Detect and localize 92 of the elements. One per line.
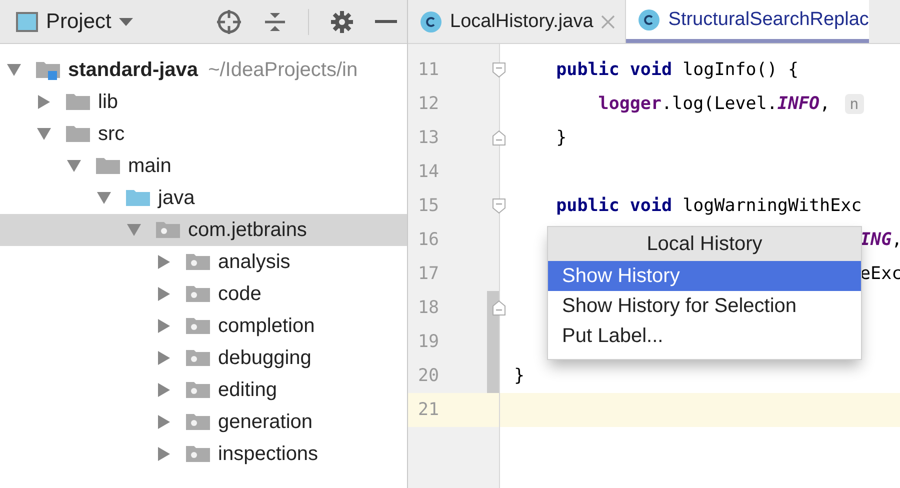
collapsed-arrow-icon[interactable] bbox=[156, 415, 172, 429]
line-number: 11 bbox=[417, 60, 440, 80]
code-line: } bbox=[555, 128, 567, 148]
tree-item-label[interactable]: code bbox=[218, 282, 262, 306]
menu-item[interactable]: Put Label... bbox=[548, 321, 861, 351]
package-folder-icon bbox=[186, 380, 210, 400]
tree-row[interactable]: java bbox=[0, 182, 407, 214]
package-folder-icon bbox=[186, 252, 210, 272]
tree-item-label[interactable]: standard-java bbox=[68, 58, 198, 82]
code-line: } bbox=[514, 366, 525, 386]
tree-row[interactable]: inspections bbox=[0, 438, 407, 470]
line-number: 15 bbox=[417, 196, 440, 216]
menu-item[interactable]: Show History for Selection bbox=[548, 291, 861, 321]
expanded-arrow-icon[interactable] bbox=[36, 127, 52, 141]
package-folder-icon bbox=[186, 412, 210, 432]
collapse-all-icon[interactable] bbox=[264, 10, 286, 32]
folder-icon bbox=[126, 188, 150, 208]
tree-item-label[interactable]: completion bbox=[218, 314, 315, 338]
selected-tree-row[interactable]: com.jetbrains bbox=[0, 214, 407, 246]
tree-item-label[interactable]: generation bbox=[218, 410, 313, 434]
code-line: public void logWarningWithExc bbox=[555, 196, 862, 216]
code-line: logger.log(Level.INFO, bbox=[597, 94, 832, 114]
tree-item-label[interactable]: analysis bbox=[218, 250, 290, 274]
popup-title: Local History bbox=[548, 227, 861, 261]
settings-icon[interactable] bbox=[331, 10, 353, 32]
class-icon bbox=[420, 10, 442, 32]
collapsed-arrow-icon[interactable] bbox=[156, 255, 172, 269]
collapsed-arrow-icon[interactable] bbox=[156, 319, 172, 333]
tree-item-label[interactable]: inspections bbox=[218, 442, 318, 466]
editor-tab[interactable]: LocalHistory.java bbox=[408, 0, 626, 43]
folder-icon bbox=[66, 124, 90, 144]
code-line: public void logInfo() { bbox=[555, 60, 798, 80]
tree-item-label[interactable]: com.jetbrains bbox=[188, 218, 307, 242]
module-path: ~/IdeaProjects/in bbox=[208, 58, 358, 82]
tree-item-label[interactable]: java bbox=[158, 186, 195, 210]
caret-icon[interactable] bbox=[119, 16, 134, 26]
collapsed-arrow-icon[interactable] bbox=[156, 447, 172, 461]
tree-row[interactable]: generation bbox=[0, 406, 407, 438]
tree-row[interactable]: main bbox=[0, 150, 407, 182]
editor-tab[interactable]: StructuralSearchReplac bbox=[626, 0, 869, 43]
package-folder-icon bbox=[186, 444, 210, 464]
tree-row[interactable]: src bbox=[0, 118, 407, 150]
fold-marker-icon[interactable] bbox=[492, 198, 506, 214]
folder-icon bbox=[66, 92, 90, 112]
tree-row[interactable]: code bbox=[0, 278, 407, 310]
change-marker bbox=[487, 359, 499, 393]
line-number: 16 bbox=[417, 230, 440, 250]
tree-item-label[interactable]: debugging bbox=[218, 346, 312, 370]
package-folder-icon bbox=[186, 316, 210, 336]
line-number: 20 bbox=[417, 366, 440, 386]
tree-row[interactable]: lib bbox=[0, 86, 407, 118]
collapsed-arrow-icon[interactable] bbox=[36, 95, 52, 109]
line-number: 21 bbox=[417, 400, 440, 420]
package-folder-icon bbox=[156, 220, 180, 240]
collapsed-arrow-icon[interactable] bbox=[156, 383, 172, 397]
panel-title[interactable]: Project bbox=[46, 10, 112, 34]
tree-item-label[interactable]: main bbox=[128, 154, 172, 178]
collapsed-arrow-icon[interactable] bbox=[156, 351, 172, 365]
expanded-arrow-icon[interactable] bbox=[6, 63, 22, 77]
code-line: ING, bbox=[860, 230, 900, 250]
tree-row[interactable]: editing bbox=[0, 374, 407, 406]
tree-item-label[interactable]: lib bbox=[98, 90, 118, 114]
expanded-arrow-icon[interactable] bbox=[126, 223, 142, 237]
package-folder-icon bbox=[186, 284, 210, 304]
line-number: 13 bbox=[417, 128, 440, 148]
tree-row[interactable]: analysis bbox=[0, 246, 407, 278]
line-number: 12 bbox=[417, 94, 440, 114]
menu-item[interactable]: Show History bbox=[548, 261, 861, 291]
tree-row[interactable]: standard-java ~/IdeaProjects/in bbox=[0, 54, 407, 86]
line-number: 19 bbox=[417, 332, 440, 352]
line-number: 18 bbox=[417, 298, 440, 318]
line-number: 14 bbox=[417, 162, 440, 182]
window-icon bbox=[16, 12, 38, 32]
package-folder-icon bbox=[186, 348, 210, 368]
tree-row[interactable]: completion bbox=[0, 310, 407, 342]
minimize-icon[interactable] bbox=[375, 20, 397, 24]
crosshair-icon[interactable] bbox=[216, 8, 242, 34]
module-folder-icon bbox=[36, 60, 60, 80]
expanded-arrow-icon[interactable] bbox=[96, 191, 112, 205]
fold-marker-icon[interactable] bbox=[492, 300, 506, 316]
expanded-arrow-icon[interactable] bbox=[66, 159, 82, 173]
tree-item-label[interactable]: src bbox=[98, 122, 125, 146]
close-icon[interactable] bbox=[601, 14, 616, 28]
parameter-hint: n bbox=[844, 94, 864, 114]
tree-item-label[interactable]: editing bbox=[218, 378, 277, 402]
folder-icon bbox=[96, 156, 120, 176]
collapsed-arrow-icon[interactable] bbox=[156, 287, 172, 301]
tree-row[interactable]: debugging bbox=[0, 342, 407, 374]
line-number: 17 bbox=[417, 264, 440, 284]
fold-marker-icon[interactable] bbox=[492, 62, 506, 78]
class-icon bbox=[638, 8, 660, 30]
fold-marker-icon[interactable] bbox=[492, 130, 506, 146]
